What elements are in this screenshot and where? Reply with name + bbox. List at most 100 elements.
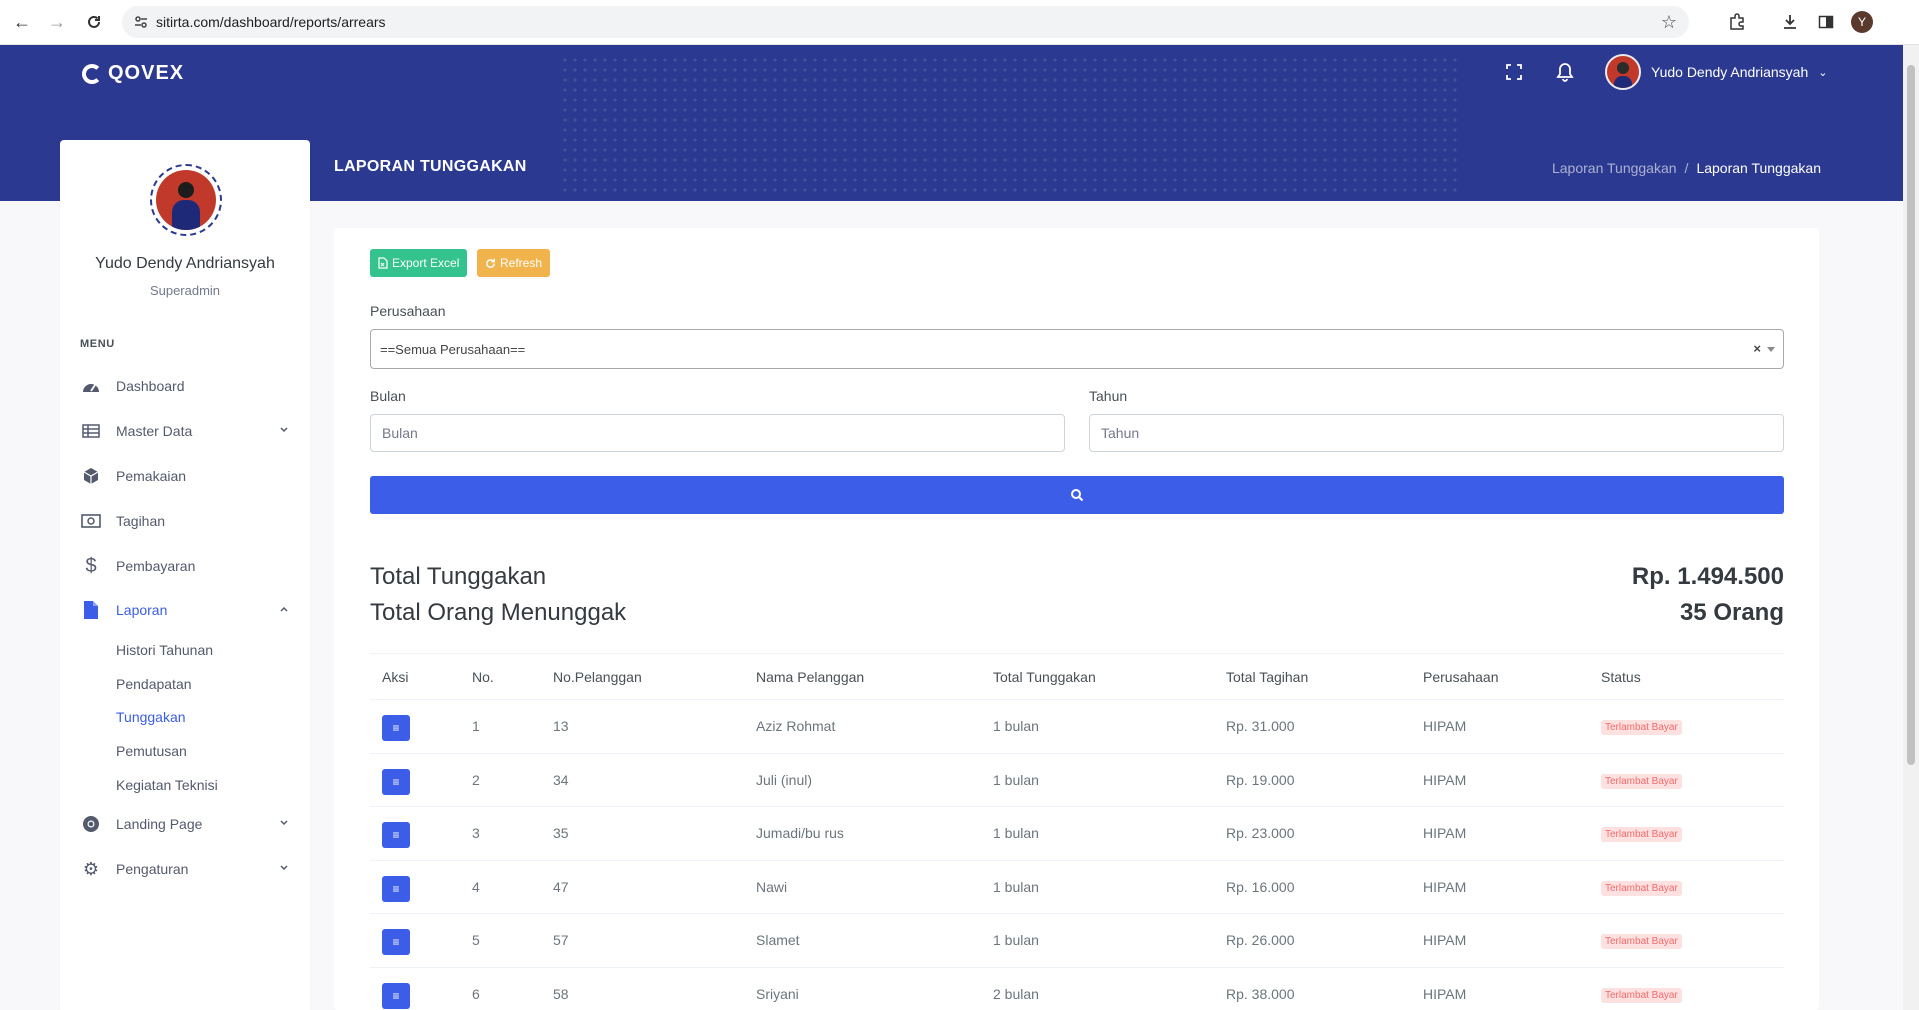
side-panel-icon[interactable] (1815, 11, 1837, 33)
search-icon (1071, 489, 1084, 502)
sidebar-subitem-tunggakan[interactable]: Tunggakan (116, 709, 186, 725)
scrollbar-thumb[interactable] (1907, 65, 1915, 765)
perusahaan-select[interactable]: ==Semua Perusahaan== × (370, 329, 1784, 369)
refresh-icon (486, 258, 495, 268)
cell-tagihan: Rp. 38.000 (1214, 967, 1411, 1010)
sidebar-subitem-pemutusan[interactable]: Pemutusan (116, 743, 187, 759)
sidebar-item-landing-page[interactable]: Landing Page (80, 810, 290, 838)
sidebar-subitem-kegiatan-teknisi[interactable]: Kegiatan Teknisi (116, 777, 218, 793)
sidebar-item-label: Dashboard (116, 378, 185, 394)
breadcrumb-separator: / (1684, 160, 1689, 176)
export-excel-button[interactable]: Export Excel (370, 249, 468, 277)
sidebar-item-master-data[interactable]: Master Data (80, 417, 290, 445)
row-action-button[interactable]: ≡ (382, 875, 410, 902)
menu-title: MENU (80, 338, 115, 350)
address-bar[interactable]: sitirta.com/dashboard/reports/arrears ☆ (122, 6, 1689, 38)
bulan-label: Bulan (370, 388, 406, 404)
cell-no: 3 (460, 806, 541, 861)
logo-mark-icon (82, 63, 102, 84)
row-action-button[interactable]: ≡ (382, 768, 410, 795)
table-row: ≡ 5 57 Slamet 1 bulan Rp. 26.000 HIPAM T… (370, 913, 1784, 968)
menu-lines-icon: ≡ (392, 774, 400, 789)
status-badge: Terlambat Bayar (1601, 720, 1682, 736)
cell-no: 5 (460, 913, 541, 968)
table-row: ≡ 6 58 Sriyani 2 bulan Rp. 38.000 HIPAM … (370, 967, 1784, 1010)
user-dropdown[interactable]: Yudo Dendy Andriansyah ⌄ (1605, 54, 1827, 90)
notification-bell-icon[interactable] (1555, 61, 1575, 83)
cell-no-pelanggan: 58 (541, 967, 744, 1010)
cell-tunggakan: 1 bulan (981, 699, 1214, 754)
box-icon (80, 466, 102, 486)
reload-icon[interactable] (82, 10, 106, 34)
cell-no: 1 (460, 699, 541, 754)
refresh-label: Refresh (500, 256, 543, 270)
total-tunggakan-value: Rp. 1.494.500 (1631, 563, 1784, 590)
cell-no-pelanggan: 47 (541, 860, 744, 914)
sidebar-subitem-histori-tahunan[interactable]: Histori Tahunan (116, 642, 213, 658)
sidebar-item-label: Landing Page (116, 816, 203, 832)
menu-lines-icon: ≡ (392, 935, 400, 950)
clear-selection-icon[interactable]: × (1753, 341, 1761, 356)
report-card: Export Excel Refresh Perusahaan ==Semua … (334, 228, 1819, 1010)
sidebar-item-tagihan[interactable]: Tagihan (80, 507, 290, 535)
back-icon[interactable]: ← (10, 10, 34, 34)
dropdown-arrow-icon (1767, 347, 1775, 352)
forward-icon[interactable]: → (45, 10, 69, 34)
browser-profile-avatar[interactable]: Y (1851, 11, 1873, 33)
sidebar-item-pemakaian[interactable]: Pemakaian (80, 462, 290, 490)
profile-role: Superadmin (149, 283, 221, 298)
row-action-button[interactable]: ≡ (382, 822, 410, 849)
page-title: LAPORAN TUNGGAKAN (334, 158, 527, 175)
cell-tunggakan: 1 bulan (981, 860, 1214, 914)
chevron-down-icon (280, 427, 288, 433)
cell-no: 4 (460, 860, 541, 914)
chevron-down-icon: ⌄ (1818, 66, 1828, 79)
cell-no-pelanggan: 13 (541, 699, 744, 754)
col-status: Status (1589, 653, 1784, 700)
browser-toolbar: ← → sitirta.com/dashboard/reports/arrear… (0, 0, 1919, 45)
cell-tagihan: Rp. 26.000 (1214, 913, 1411, 968)
sidebar-item-label: Master Data (116, 423, 193, 439)
row-action-button[interactable]: ≡ (382, 982, 410, 1009)
col-nama-pelanggan: Nama Pelanggan (744, 653, 981, 700)
cell-nama: Jumadi/bu rus (744, 806, 981, 861)
status-badge: Terlambat Bayar (1601, 880, 1682, 896)
sidebar-item-label: Pengaturan (116, 861, 189, 877)
refresh-button[interactable]: Refresh (477, 249, 551, 277)
sidebar-subitem-pendapatan[interactable]: Pendapatan (116, 676, 192, 692)
profile-avatar (156, 170, 216, 230)
extensions-icon[interactable] (1726, 11, 1748, 33)
tahun-input[interactable]: Tahun (1089, 414, 1784, 452)
total-orang-value: 35 Orang (1679, 599, 1784, 626)
cell-perusahaan: HIPAM (1411, 860, 1589, 914)
cell-perusahaan: HIPAM (1411, 753, 1589, 807)
table-row: ≡ 4 47 Nawi 1 bulan Rp. 16.000 HIPAM Ter… (370, 860, 1784, 914)
app-logo[interactable]: QOVEX (82, 62, 184, 85)
search-button[interactable] (370, 476, 1784, 514)
profile-name: Yudo Dendy Andriansyah (95, 255, 275, 272)
export-excel-label: Export Excel (392, 256, 460, 270)
sidebar-item-laporan[interactable]: Laporan (80, 596, 290, 624)
col-perusahaan: Perusahaan (1411, 653, 1589, 700)
cell-tagihan: Rp. 16.000 (1214, 860, 1411, 914)
fullscreen-icon[interactable] (1505, 63, 1523, 81)
cell-nama: Aziz Rohmat (744, 699, 981, 754)
sidebar-item-pembayaran[interactable]: $ Pembayaran (80, 552, 290, 580)
cell-nama: Slamet (744, 913, 981, 968)
sidebar-item-pengaturan[interactable]: ⚙ Pengaturan (80, 855, 290, 883)
cell-tunggakan: 1 bulan (981, 806, 1214, 861)
bulan-input[interactable]: Bulan (370, 414, 1065, 452)
col-total-tagihan: Total Tagihan (1214, 653, 1411, 700)
bookmark-star-icon[interactable]: ☆ (1661, 12, 1677, 33)
site-settings-icon[interactable] (132, 13, 150, 31)
chevron-down-icon (280, 820, 288, 826)
breadcrumb-item[interactable]: Laporan Tunggakan (1552, 160, 1677, 176)
row-action-button[interactable]: ≡ (382, 929, 410, 956)
sidebar-item-dashboard[interactable]: Dashboard (80, 372, 290, 400)
download-icon[interactable] (1779, 11, 1801, 33)
status-badge: Terlambat Bayar (1601, 987, 1682, 1003)
page-scrollbar[interactable] (1903, 45, 1919, 1010)
dashboard-icon (80, 376, 102, 396)
row-action-button[interactable]: ≡ (382, 715, 410, 742)
cell-tagihan: Rp. 23.000 (1214, 806, 1411, 861)
